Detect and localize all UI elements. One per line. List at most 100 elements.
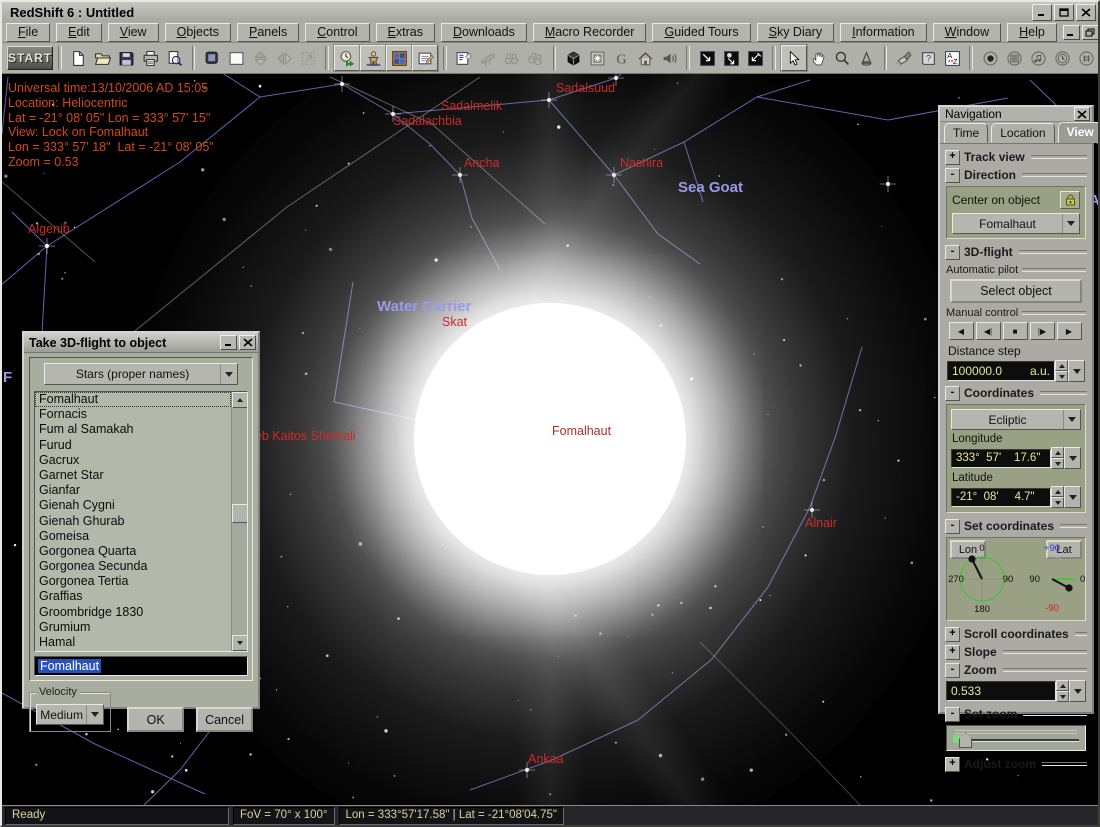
select-tool-button[interactable] — [781, 45, 807, 71]
cube-3d-button[interactable] — [561, 46, 585, 70]
scroll-down-button[interactable] — [232, 635, 248, 651]
latitude-dropdown-button[interactable] — [1064, 486, 1081, 508]
sound-button[interactable] — [657, 46, 681, 70]
coordinate-system-dropdown[interactable]: Ecliptic — [951, 409, 1081, 430]
print-button[interactable] — [139, 46, 163, 70]
sky-photo-2-button[interactable] — [719, 46, 743, 70]
menu-extras[interactable]: Extras — [376, 23, 435, 42]
scroll-thumb[interactable] — [232, 504, 248, 523]
maximize-button[interactable] — [1054, 4, 1074, 21]
distance-step-field[interactable]: 100000.0a.u. — [947, 361, 1055, 381]
dialog-close-button[interactable] — [239, 335, 256, 350]
list-item-gorgonea-secunda[interactable]: Gorgonea Secunda — [35, 559, 231, 574]
list-scrollbar[interactable] — [231, 392, 247, 651]
guide-button[interactable]: G — [609, 46, 633, 70]
coordinate-dials[interactable]: 027090180+90900-90 — [948, 540, 1088, 614]
collapse-button[interactable]: - — [945, 663, 960, 678]
collapse-button[interactable]: - — [945, 168, 960, 183]
clock-button[interactable] — [1050, 46, 1074, 70]
zoom-slider[interactable] — [946, 725, 1086, 751]
menu-file[interactable]: File — [6, 23, 50, 42]
framed-star-button[interactable] — [585, 46, 609, 70]
flight-dialog-title-bar[interactable]: Take 3D-flight to object — [24, 333, 258, 353]
menu-sky-diary[interactable]: Sky Diary — [757, 23, 835, 42]
menu-view[interactable]: View — [108, 23, 159, 42]
list-item-gienah-cygni[interactable]: Gienah Cygni — [35, 498, 231, 513]
flight-step-back-button[interactable]: ◀| — [976, 322, 1001, 340]
list-item-gomeisa[interactable]: Gomeisa — [35, 529, 231, 544]
music-button[interactable] — [1026, 46, 1050, 70]
pan-tool-button[interactable] — [807, 46, 831, 70]
sky-photo-1-button[interactable] — [695, 46, 719, 70]
list-item-gacrux[interactable]: Gacrux — [35, 453, 231, 468]
film-button[interactable] — [1002, 46, 1026, 70]
tab-location[interactable]: Location — [991, 123, 1054, 143]
menu-objects[interactable]: Objects — [165, 23, 231, 42]
navigation-title-bar[interactable]: Navigation — [940, 107, 1092, 122]
ok-button[interactable]: OK — [127, 707, 184, 732]
menu-downloads[interactable]: Downloads — [441, 23, 527, 42]
start-button[interactable]: START — [7, 46, 53, 70]
collapse-button[interactable]: - — [945, 707, 960, 722]
expand-button[interactable]: + — [945, 150, 960, 165]
print-preview-button[interactable] — [163, 46, 187, 70]
list-item-hamal[interactable]: Hamal — [35, 635, 231, 650]
open-file-button[interactable] — [91, 46, 115, 70]
data-panel-button[interactable] — [452, 46, 476, 70]
velocity-dropdown[interactable]: Medium — [36, 704, 104, 725]
list-item-fomalhaut[interactable]: Fomalhaut — [35, 392, 231, 407]
tab-time[interactable]: Time — [944, 123, 988, 143]
menu-panels[interactable]: Panels — [237, 23, 299, 42]
navigation-close-button[interactable] — [1074, 107, 1090, 121]
flight-stop-button[interactable]: ■ — [1003, 322, 1028, 340]
zoom-tool-button[interactable] — [831, 46, 855, 70]
flight-back-button[interactable]: ◀ — [949, 322, 974, 340]
list-item-gianfar[interactable]: Gianfar — [35, 483, 231, 498]
list-item-furud[interactable]: Furud — [35, 438, 231, 453]
list-item-gorgonea-tertia[interactable]: Gorgonea Tertia — [35, 574, 231, 589]
flight-forward-button[interactable]: ▶ — [1057, 322, 1082, 340]
observer-button[interactable] — [360, 45, 386, 71]
distance-spinner[interactable] — [1055, 360, 1068, 382]
list-item-graffias[interactable]: Graffias — [35, 589, 231, 604]
zoom-spinner[interactable] — [1056, 680, 1069, 702]
list-item-fornacis[interactable]: Fornacis — [35, 407, 231, 422]
lock-button[interactable] — [1060, 191, 1080, 209]
object-list[interactable]: FomalhautFornacisFum al SamakahFurudGacr… — [34, 391, 248, 652]
hash-button[interactable] — [1074, 46, 1098, 70]
tab-view[interactable]: View — [1058, 122, 1100, 143]
new-document-button[interactable] — [67, 46, 91, 70]
time-flow-button[interactable] — [334, 45, 360, 71]
record-button[interactable] — [978, 46, 1002, 70]
menu-guided-tours[interactable]: Guided Tours — [652, 23, 750, 42]
menu-control[interactable]: Control — [305, 23, 369, 42]
menu-macro-recorder[interactable]: Macro Recorder — [533, 23, 647, 42]
close-button[interactable] — [1076, 4, 1096, 21]
flashlight-button[interactable] — [892, 46, 916, 70]
latitude-spinner[interactable] — [1051, 486, 1064, 508]
zoom-dropdown-button[interactable] — [1069, 680, 1086, 702]
collapse-button[interactable]: - — [945, 386, 960, 401]
az-index-button[interactable]: AZ — [940, 46, 964, 70]
expand-button[interactable]: + — [945, 627, 960, 642]
menu-information[interactable]: Information — [840, 23, 927, 42]
select-object-button[interactable]: Select object — [950, 279, 1082, 303]
selected-object-field[interactable]: Fomalhaut — [34, 656, 248, 676]
category-dropdown[interactable]: Stars (proper names) — [44, 363, 238, 385]
list-item-garnet-star[interactable]: Garnet Star — [35, 468, 231, 483]
list-item-gienah-ghurab[interactable]: Gienah Ghurab — [35, 514, 231, 529]
edit-note-button[interactable] — [412, 45, 438, 71]
help-book-button[interactable]: ? — [916, 46, 940, 70]
longitude-spinner[interactable] — [1051, 447, 1064, 469]
expand-button[interactable]: + — [945, 645, 960, 660]
screen-display-button[interactable] — [200, 46, 224, 70]
flight-step-forward-button[interactable]: |▶ — [1030, 322, 1055, 340]
white-panel-button[interactable] — [224, 46, 248, 70]
list-item-grumium[interactable]: Grumium — [35, 620, 231, 635]
list-item-fum-al-samakah[interactable]: Fum al Samakah — [35, 422, 231, 437]
save-file-button[interactable] — [115, 46, 139, 70]
cancel-button[interactable]: Cancel — [196, 707, 253, 732]
menu-help[interactable]: Help — [1007, 23, 1057, 42]
menu-edit[interactable]: Edit — [56, 23, 102, 42]
sky-photo-3-button[interactable] — [743, 46, 767, 70]
